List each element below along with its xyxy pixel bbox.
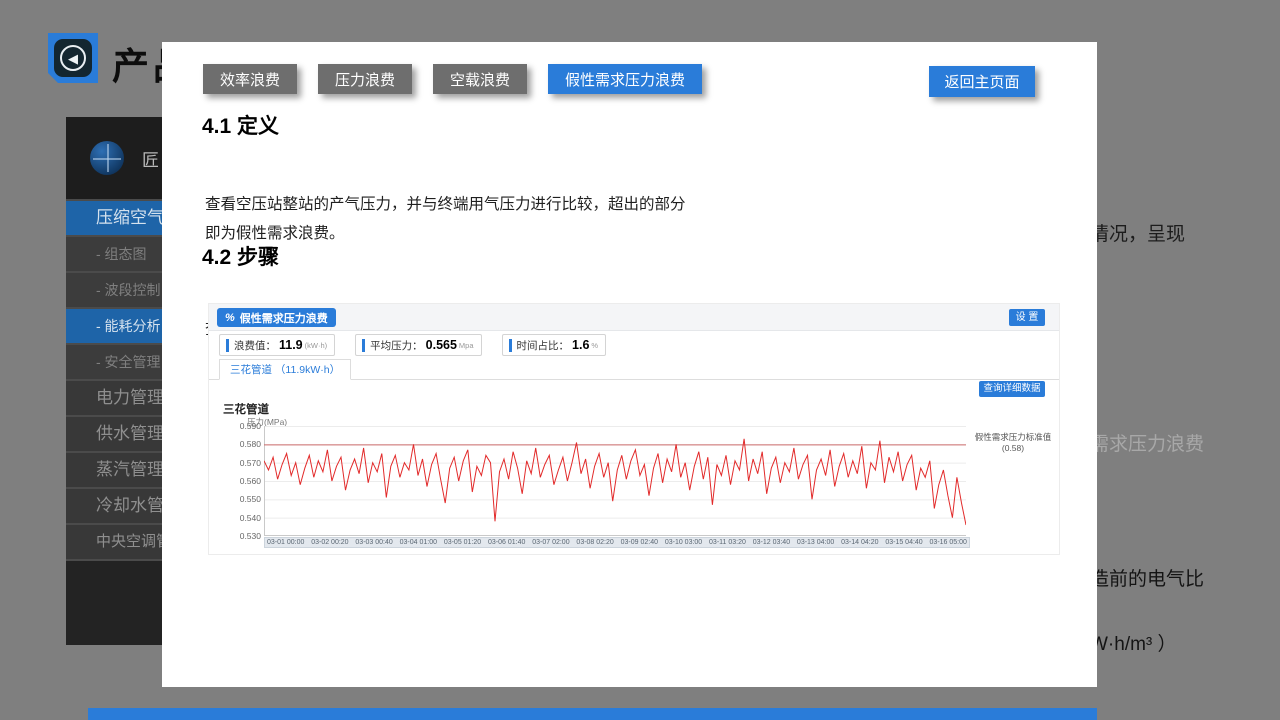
- x-tick-label: 03-16 05:00: [930, 539, 967, 546]
- x-axis-band[interactable]: 03-01 00:00 03-02 00:20 03-03 00:40 03-04 0…: [264, 537, 970, 548]
- x-tick-label: 03-15 04:40: [885, 539, 922, 546]
- dashboard-header: % 假性需求压力浪费 设 置: [209, 304, 1059, 331]
- dashboard-title: 假性需求压力浪费: [240, 310, 328, 326]
- threshold-annotation: 假性需求压力标准值: [969, 432, 1057, 443]
- x-tick-label: 03-05 01:20: [444, 539, 481, 546]
- x-tick-label: 03-13 04:00: [797, 539, 834, 546]
- definition-text-line: 即为假性需求浪费。: [205, 221, 345, 243]
- settings-button[interactable]: 设 置: [1009, 309, 1045, 326]
- definition-text-line: 查看空压站整站的产气压力，并与终端用气压力进行比较，超出的部分: [205, 192, 686, 214]
- stats-row: 浪费值：11.9(kW·h) 平均压力：0.565Mpa 时间占比：1.6%: [219, 334, 606, 356]
- dashboard-title-badge: % 假性需求压力浪费: [217, 308, 336, 327]
- y-tick-label: 0.560: [231, 477, 261, 486]
- waste-tab[interactable]: 假性需求压力浪费: [548, 64, 702, 94]
- x-tick-label: 03-07 02:00: [532, 539, 569, 546]
- background-text-fragment: W·h/m³ ）: [1090, 629, 1177, 656]
- query-detail-button[interactable]: 查询详细数据: [979, 381, 1045, 397]
- section-heading-definition: 4.1 定义: [202, 110, 279, 140]
- waste-tab[interactable]: 空载浪费: [433, 64, 527, 94]
- x-tick-label: 03-11 03:20: [709, 539, 746, 546]
- y-tick-label: 0.570: [231, 459, 261, 468]
- background-text-fragment: 需求压力浪费: [1090, 429, 1204, 456]
- x-tick-label: 03-12 03:40: [753, 539, 790, 546]
- x-tick-label: 03-02 00:20: [311, 539, 348, 546]
- x-tick-label: 03-09 02:40: [621, 539, 658, 546]
- brand-globe-icon: [90, 141, 124, 175]
- dashboard-screenshot: % 假性需求压力浪费 设 置 浪费值：11.9(kW·h) 平均压力：0.565M…: [208, 303, 1060, 555]
- threshold-value: (0.58): [969, 443, 1057, 454]
- pipe-tab-strip: 三花管道 （11.9kW·h）: [209, 359, 1059, 380]
- chart-title: 三花管道: [223, 401, 269, 417]
- pressure-chart: [264, 426, 966, 536]
- x-tick-label: 03-14 04:20: [841, 539, 878, 546]
- x-tick-label: 03-08 02:20: [576, 539, 613, 546]
- tab-bar: 效率浪费压力浪费空载浪费假性需求压力浪费: [203, 64, 702, 94]
- x-tick-label: 03-04 01:00: [400, 539, 437, 546]
- x-tick-label: 03-01 00:00: [267, 539, 304, 546]
- back-logo-icon: ◀: [54, 39, 92, 77]
- y-tick-label: 0.530: [231, 532, 261, 541]
- overlay-panel: 效率浪费压力浪费空载浪费假性需求压力浪费 返回主页面 4.1 定义 查看空压站整…: [162, 42, 1097, 687]
- y-tick-label: 0.590: [231, 422, 261, 431]
- waste-tab[interactable]: 效率浪费: [203, 64, 297, 94]
- x-tick-label: 03-03 00:40: [355, 539, 392, 546]
- section-heading-steps: 4.2 步骤: [202, 241, 279, 271]
- brand-text: 匠: [142, 146, 159, 171]
- y-tick-label: 0.540: [231, 514, 261, 523]
- x-tick-label: 03-10 03:00: [665, 539, 702, 546]
- waste-tab[interactable]: 压力浪费: [318, 64, 412, 94]
- back-to-main-button[interactable]: 返回主页面: [929, 66, 1035, 97]
- app-logo: ◀: [48, 33, 98, 83]
- background-text-fragment: 造前的电气比: [1090, 564, 1204, 591]
- percent-icon: %: [225, 312, 235, 324]
- y-tick-label: 0.550: [231, 495, 261, 504]
- chart-area: 三花管道 压力(MPa) 0.5900.5800.5700.5600.5500.…: [209, 399, 1061, 556]
- stat-box: 时间占比：1.6%: [502, 334, 607, 356]
- pipe-tab[interactable]: 三花管道 （11.9kW·h）: [219, 359, 351, 380]
- x-tick-label: 03-06 01:40: [488, 539, 525, 546]
- stat-box: 浪费值：11.9(kW·h): [219, 334, 335, 356]
- bottom-bar-fragment: [88, 708, 1097, 720]
- y-tick-label: 0.580: [231, 440, 261, 449]
- background-text-fragment: 情况，呈现: [1090, 219, 1185, 246]
- stat-box: 平均压力：0.565Mpa: [355, 334, 481, 356]
